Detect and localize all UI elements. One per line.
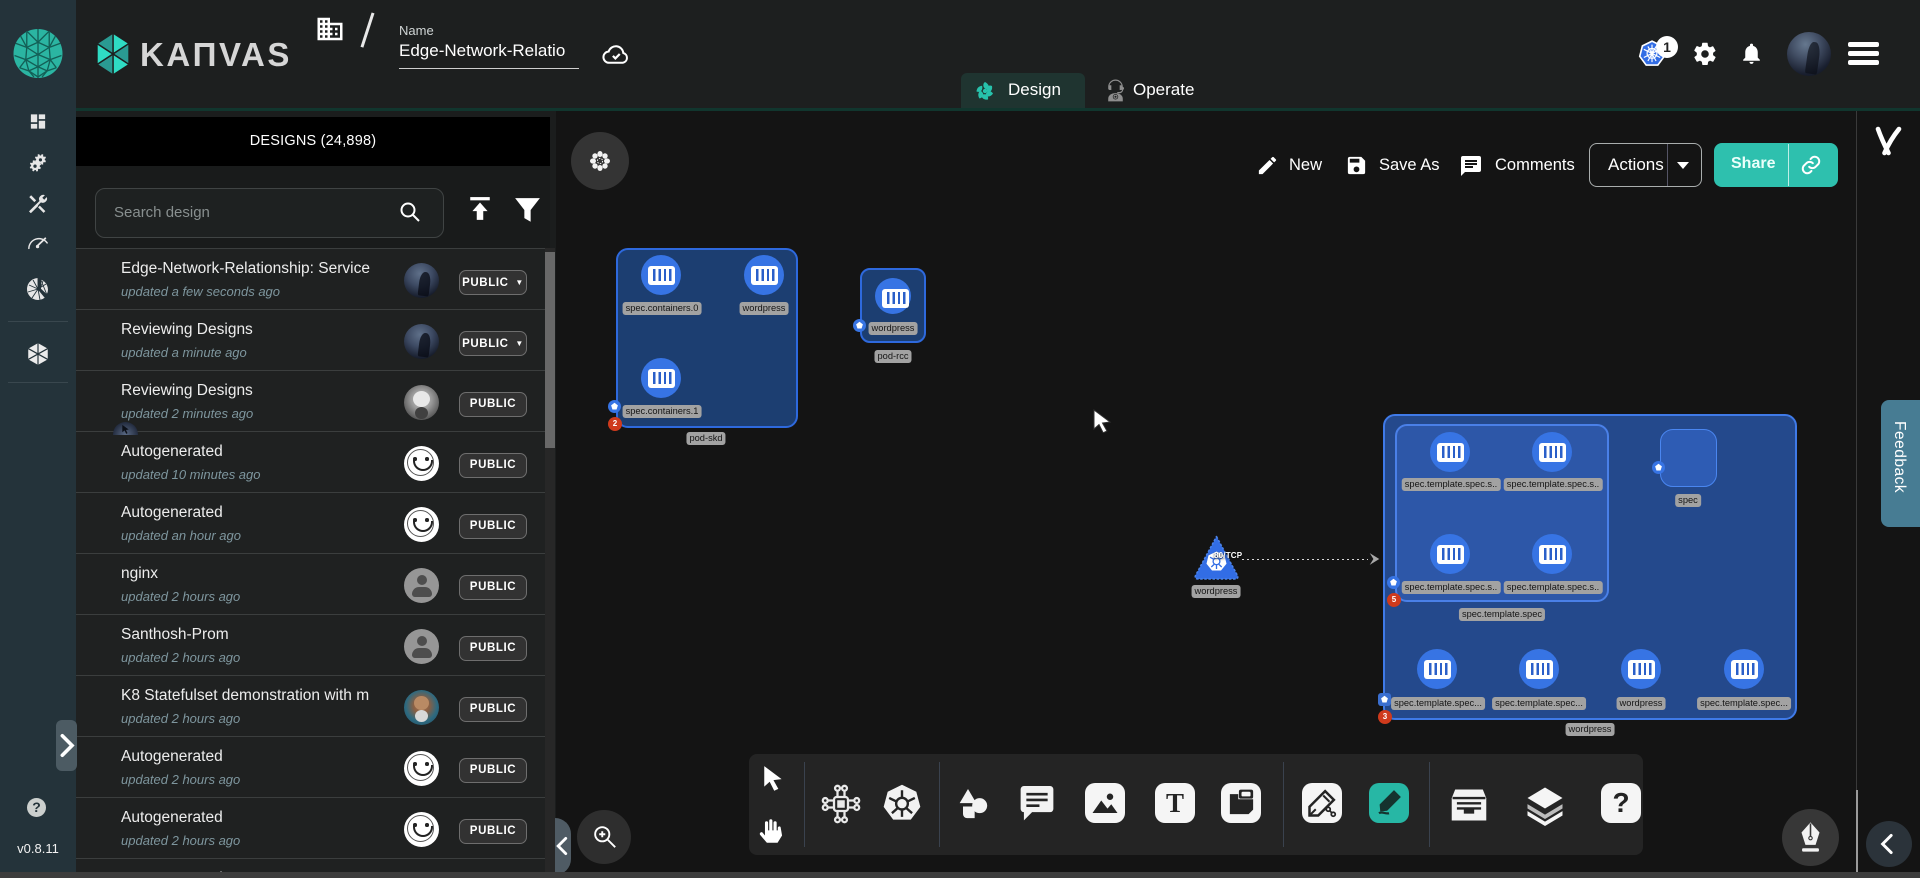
svg-text:KAΠVAS: KAΠVAS: [140, 36, 292, 73]
